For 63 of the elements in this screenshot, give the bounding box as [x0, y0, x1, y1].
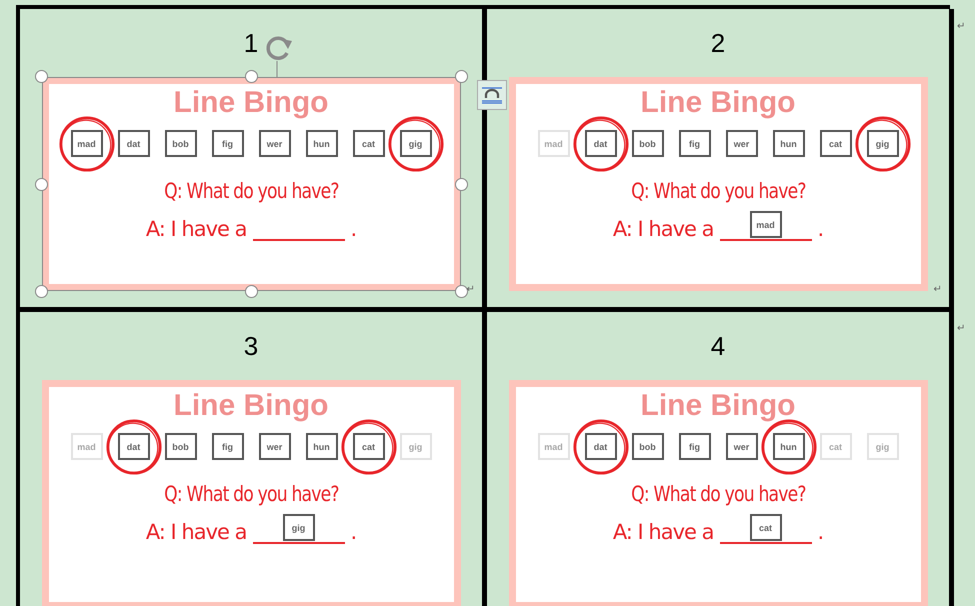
word-card: dat	[118, 130, 150, 157]
answer-text: A: I have a	[146, 520, 246, 544]
paragraph-mark: ↵	[466, 283, 474, 295]
word-card: hun	[306, 433, 338, 460]
word-card: gig	[866, 130, 898, 157]
picture-number: 4	[710, 330, 726, 362]
picture-number: 2	[710, 28, 726, 58]
question-text: Q: What do you have?	[164, 179, 338, 203]
word-card: mad	[70, 433, 102, 460]
word-card: bob	[632, 130, 664, 157]
period-text: .	[818, 520, 824, 544]
slide-title: Line Bingo	[174, 389, 328, 423]
question-text: Q: What do you have?	[630, 482, 806, 506]
word-card: wer	[726, 433, 758, 460]
word-card: bob	[164, 130, 196, 157]
slide-title: Line Bingo	[174, 86, 328, 120]
slide-title: Line Bingo	[640, 389, 796, 423]
answer-text: A: I have a	[612, 520, 714, 544]
word-card: fig	[212, 433, 244, 460]
period-text: .	[350, 217, 356, 241]
word-card: dat	[584, 130, 616, 157]
answer-text: A: I have a	[146, 217, 246, 241]
word-card: gig	[400, 433, 432, 460]
word-card: wer	[726, 130, 758, 157]
word-card: mad	[70, 130, 102, 157]
question-text: Q: What do you have?	[164, 482, 338, 506]
bingo-slide[interactable]: Line Bingo mad dat bob fig wer hun cat gig Q: What do you have? A: I have a .	[42, 77, 460, 291]
word-card: cat	[352, 433, 384, 460]
word-card: gig	[282, 514, 314, 541]
word-card: mad	[750, 211, 782, 238]
word-card: wer	[258, 130, 290, 157]
bingo-slide[interactable]: Line Bingo mad dat bob fig wer hun cat gig Q: What do you have? A: I have a cat .	[508, 380, 928, 606]
word-card: cat	[352, 130, 384, 157]
word-card: fig	[678, 130, 710, 157]
paragraph-mark: ↵	[934, 283, 942, 295]
bingo-slide[interactable]: Line Bingo mad dat bob fig wer hun cat gig Q: What do you have? A: I have a mad .	[508, 77, 928, 291]
picture-number: 3	[244, 330, 258, 362]
period-text: .	[350, 520, 356, 544]
word-card: hun	[772, 130, 804, 157]
word-card: fig	[678, 433, 710, 460]
word-card: gig	[400, 130, 432, 157]
word-card: dat	[584, 433, 616, 460]
word-card: dat	[118, 433, 150, 460]
word-card: cat	[750, 514, 782, 541]
word-card: cat	[820, 130, 852, 157]
period-text: .	[818, 217, 824, 241]
paragraph-mark: ↵	[957, 20, 965, 32]
word-card: bob	[632, 433, 664, 460]
word-card: gig	[866, 433, 898, 460]
word-card: hun	[306, 130, 338, 157]
word-card: cat	[820, 433, 852, 460]
word-card: mad	[538, 433, 570, 460]
question-text: Q: What do you have?	[630, 179, 806, 203]
answer-text: A: I have a	[612, 217, 714, 241]
bingo-slide[interactable]: Line Bingo mad dat bob fig wer hun cat gig Q: What do you have? A: I have a gig .	[42, 380, 460, 606]
slide-title: Line Bingo	[640, 86, 796, 120]
word-card: bob	[164, 433, 196, 460]
word-card: wer	[258, 433, 290, 460]
word-card: fig	[212, 130, 244, 157]
word-card: mad	[538, 130, 570, 157]
picture-number: 1	[244, 28, 258, 58]
paragraph-mark: ↵	[957, 322, 965, 334]
word-card: hun	[772, 433, 804, 460]
